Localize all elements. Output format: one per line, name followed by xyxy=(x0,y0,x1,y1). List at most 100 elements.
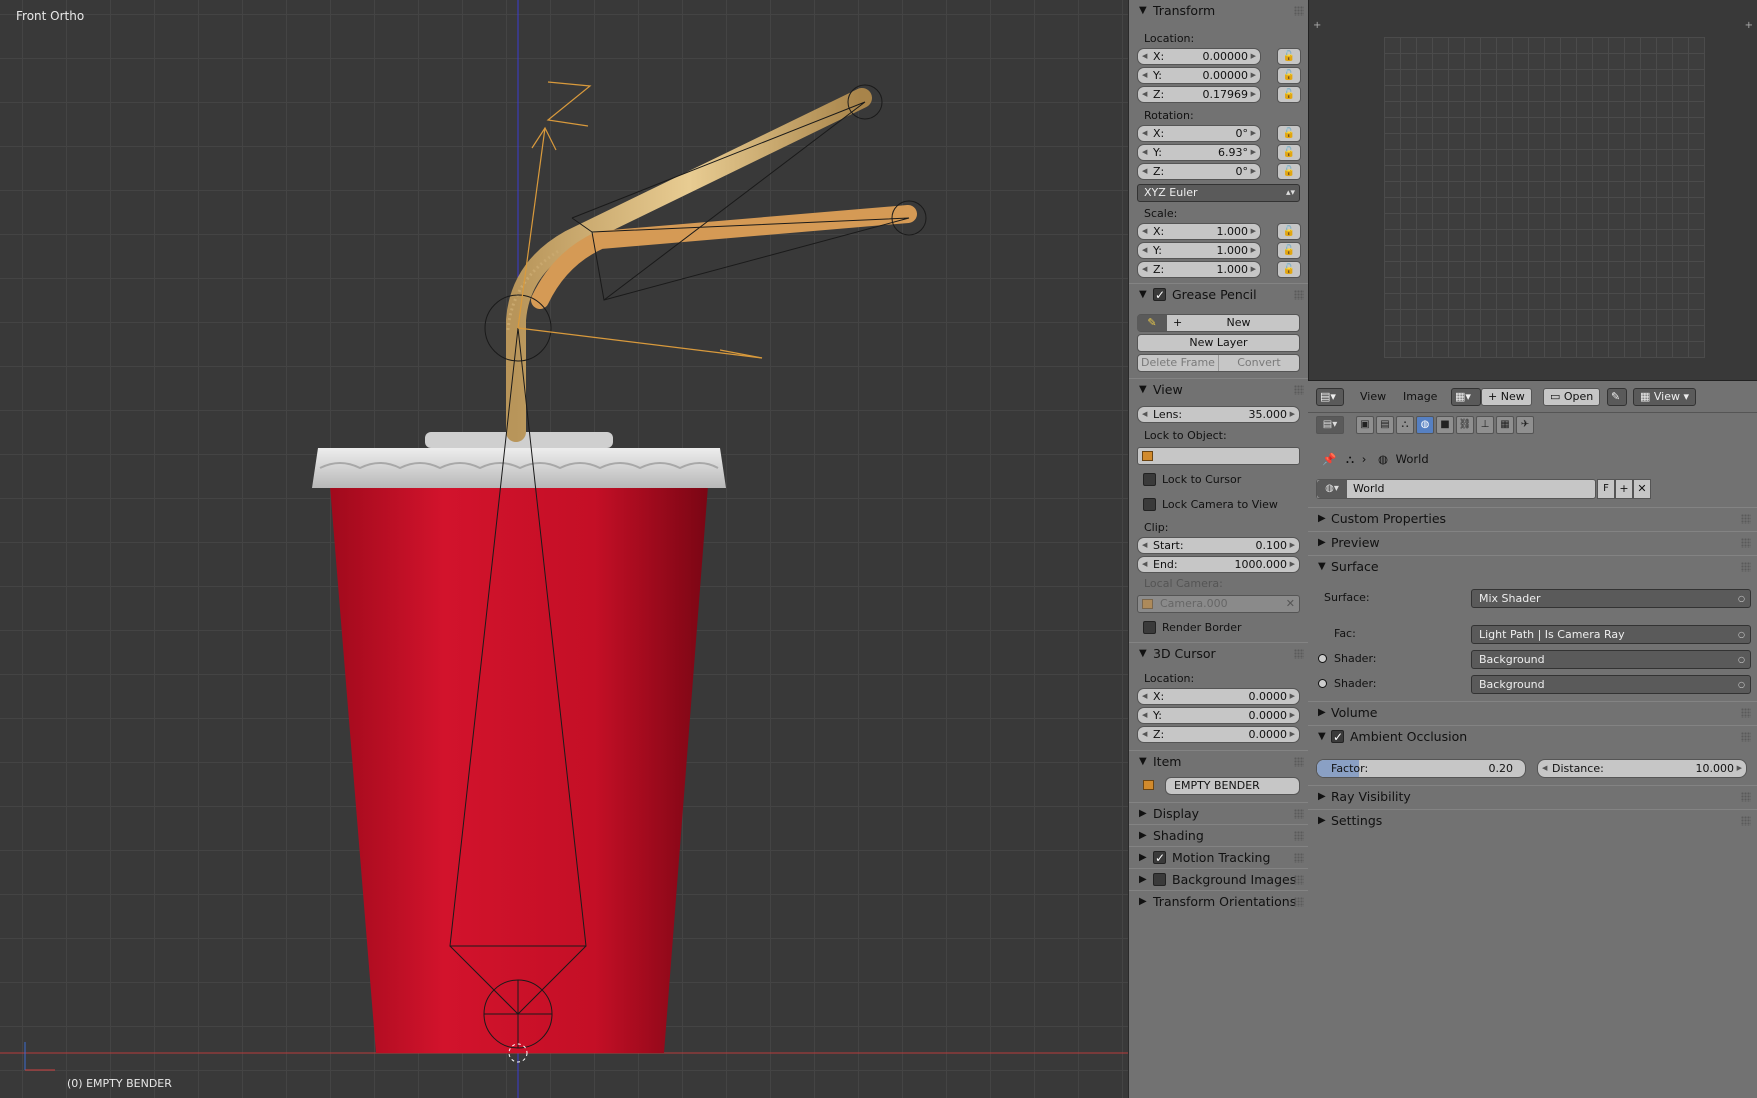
transform-orientations-panel-header[interactable]: ▶ Transform Orientations xyxy=(1129,890,1308,912)
data-tab-icon[interactable]: ⊥ xyxy=(1476,416,1494,434)
drag-handle-icon[interactable] xyxy=(1294,649,1304,659)
shader2-dropdown[interactable]: Background ○ xyxy=(1471,675,1751,694)
ambient-occlusion-checkbox[interactable] xyxy=(1331,726,1344,748)
lock-icon[interactable]: 🔓 xyxy=(1277,67,1301,84)
fake-user-button[interactable]: F xyxy=(1597,479,1615,499)
lock-camera-checkbox[interactable] xyxy=(1143,497,1156,511)
constraints-tab-icon[interactable]: ⛓ xyxy=(1456,416,1474,434)
drag-handle-icon[interactable] xyxy=(1294,6,1304,16)
surface-panel-header[interactable]: ▼ Surface xyxy=(1308,555,1757,577)
location-y-field[interactable]: ◀ Y: 0.00000 ▶ xyxy=(1137,67,1261,84)
new-layer-button[interactable]: New Layer xyxy=(1137,334,1300,352)
lock-icon[interactable]: 🔓 xyxy=(1277,242,1301,259)
grease-pencil-new-button[interactable]: ✎ + New xyxy=(1137,314,1300,332)
drag-handle-icon[interactable] xyxy=(1741,816,1751,826)
scale-x-field[interactable]: ◀ X: 1.000 ▶ xyxy=(1137,223,1261,240)
preview-panel-header[interactable]: ▶ Preview xyxy=(1308,531,1757,553)
lock-icon[interactable]: 🔓 xyxy=(1277,261,1301,278)
drag-handle-icon[interactable] xyxy=(1741,708,1751,718)
lock-camera-row[interactable]: Lock Camera to View xyxy=(1129,492,1308,517)
rotation-mode-dropdown[interactable]: XYZ Euler ▴▾ xyxy=(1137,184,1300,202)
area-split-plus-icon[interactable]: + xyxy=(1313,20,1321,31)
settings-panel-header[interactable]: ▶ Settings xyxy=(1308,809,1757,831)
delete-frame-button[interactable]: Delete Frame xyxy=(1138,355,1218,371)
cursor-y-field[interactable]: ◀ Y: 0.0000 ▶ xyxy=(1137,707,1300,724)
ray-visibility-panel-header[interactable]: ▶ Ray Visibility xyxy=(1308,785,1757,807)
rotation-x-field[interactable]: ◀ X: 0° ▶ xyxy=(1137,125,1261,142)
render-tab-icon[interactable]: ▣ xyxy=(1356,416,1374,434)
menu-view[interactable]: View xyxy=(1360,388,1386,406)
scale-z-field[interactable]: ◀ Z: 1.000 ▶ xyxy=(1137,261,1261,278)
add-world-icon[interactable]: + xyxy=(1615,479,1633,499)
texture-tab-icon[interactable]: ▦ xyxy=(1496,416,1514,434)
object-tab-icon[interactable]: ■ xyxy=(1436,416,1454,434)
world-tab-icon[interactable]: ◍ xyxy=(1416,416,1434,434)
lock-icon[interactable]: 🔓 xyxy=(1277,163,1301,180)
drag-handle-icon[interactable] xyxy=(1741,514,1751,524)
open-image-button[interactable]: ▭ Open xyxy=(1543,388,1601,406)
pin-icon[interactable]: 📌 xyxy=(1322,452,1336,466)
menu-image[interactable]: Image xyxy=(1403,388,1437,406)
lock-icon[interactable]: 🔓 xyxy=(1277,223,1301,240)
motion-tracking-panel-header[interactable]: ▶Motion Tracking xyxy=(1129,846,1308,869)
drag-handle-icon[interactable] xyxy=(1741,792,1751,802)
drag-handle-icon[interactable] xyxy=(1294,385,1304,395)
shading-panel-header[interactable]: ▶ Shading xyxy=(1129,824,1308,846)
3d-viewport[interactable]: Front Ortho (0) EMPTY BENDER xyxy=(0,0,1128,1098)
item-panel-header[interactable]: ▼ Item xyxy=(1129,750,1308,772)
location-z-field[interactable]: ◀ Z: 0.17969 ▶ xyxy=(1137,86,1261,103)
grease-pencil-checkbox[interactable] xyxy=(1153,284,1166,306)
display-panel-header[interactable]: ▶ Display xyxy=(1129,802,1308,824)
drag-handle-icon[interactable] xyxy=(1294,290,1304,300)
clip-start-field[interactable]: ◀ Start: 0.100 ▶ xyxy=(1137,537,1300,554)
image-editor[interactable]: + + xyxy=(1308,0,1757,380)
drag-handle-icon[interactable] xyxy=(1294,831,1304,841)
clip-end-field[interactable]: ◀ End: 1000.000 ▶ xyxy=(1137,556,1300,573)
area-split-plus-icon[interactable]: + xyxy=(1745,20,1753,31)
lens-field[interactable]: ◀ Lens: 35.000 ▶ xyxy=(1137,406,1300,423)
convert-button[interactable]: Convert xyxy=(1218,355,1299,371)
world-browse-icon[interactable]: ◍▾ xyxy=(1317,480,1347,498)
lock-to-cursor-row[interactable]: Lock to Cursor xyxy=(1129,467,1308,492)
drag-handle-icon[interactable] xyxy=(1741,562,1751,572)
lock-icon[interactable]: 🔓 xyxy=(1277,86,1301,103)
rotation-y-field[interactable]: ◀ Y: 6.93° ▶ xyxy=(1137,144,1261,161)
drag-handle-icon[interactable] xyxy=(1741,538,1751,548)
transform-panel-header[interactable]: ▼ Transform xyxy=(1129,0,1308,22)
background-images-checkbox[interactable] xyxy=(1153,873,1166,886)
item-name-field[interactable]: EMPTY BENDER xyxy=(1165,777,1300,795)
fac-input-dropdown[interactable]: Light Path | Is Camera Ray ○ xyxy=(1471,625,1751,644)
lock-icon[interactable]: 🔓 xyxy=(1277,144,1301,161)
lock-to-object-field[interactable] xyxy=(1137,447,1300,465)
unlink-icon[interactable]: ✕ xyxy=(1633,479,1651,499)
render-border-row[interactable]: Render Border xyxy=(1129,615,1308,640)
lock-to-cursor-checkbox[interactable] xyxy=(1143,472,1156,486)
image-browse-icon[interactable]: ▦▾ xyxy=(1451,388,1481,406)
surface-shader-dropdown[interactable]: Mix Shader ○ xyxy=(1471,589,1751,608)
render-border-checkbox[interactable] xyxy=(1143,620,1156,634)
motion-tracking-checkbox[interactable] xyxy=(1153,847,1166,869)
3d-cursor-panel-header[interactable]: ▼ 3D Cursor xyxy=(1129,642,1308,664)
grease-pencil-panel-header[interactable]: ▼Grease Pencil xyxy=(1129,283,1308,306)
lock-icon[interactable]: 🔓 xyxy=(1277,48,1301,65)
view-mode-dropdown[interactable]: ▦ View ▾ xyxy=(1633,388,1697,406)
new-image-button[interactable]: + New xyxy=(1481,388,1532,406)
custom-properties-panel-header[interactable]: ▶ Custom Properties xyxy=(1308,507,1757,529)
image-canvas[interactable] xyxy=(1384,37,1705,358)
cursor-z-field[interactable]: ◀ Z: 0.0000 ▶ xyxy=(1137,726,1300,743)
shader1-dropdown[interactable]: Background ○ xyxy=(1471,650,1751,669)
scale-y-field[interactable]: ◀ Y: 1.000 ▶ xyxy=(1137,242,1261,259)
view-panel-header[interactable]: ▼ View xyxy=(1129,378,1308,400)
location-x-field[interactable]: ◀ X: 0.00000 ▶ xyxy=(1137,48,1261,65)
drag-handle-icon[interactable] xyxy=(1294,853,1304,863)
ambient-occlusion-panel-header[interactable]: ▼Ambient Occlusion xyxy=(1308,725,1757,748)
rotation-z-field[interactable]: ◀ Z: 0° ▶ xyxy=(1137,163,1261,180)
drag-handle-icon[interactable] xyxy=(1294,757,1304,767)
drag-handle-icon[interactable] xyxy=(1294,897,1304,907)
drag-handle-icon[interactable] xyxy=(1294,809,1304,819)
drag-handle-icon[interactable] xyxy=(1294,875,1304,885)
render-layers-tab-icon[interactable]: ▤ xyxy=(1376,416,1394,434)
ao-distance-field[interactable]: ◀ Distance: 10.000 ▶ xyxy=(1537,759,1747,778)
background-images-panel-header[interactable]: ▶ Background Images xyxy=(1129,868,1308,890)
drag-handle-icon[interactable] xyxy=(1741,732,1751,742)
